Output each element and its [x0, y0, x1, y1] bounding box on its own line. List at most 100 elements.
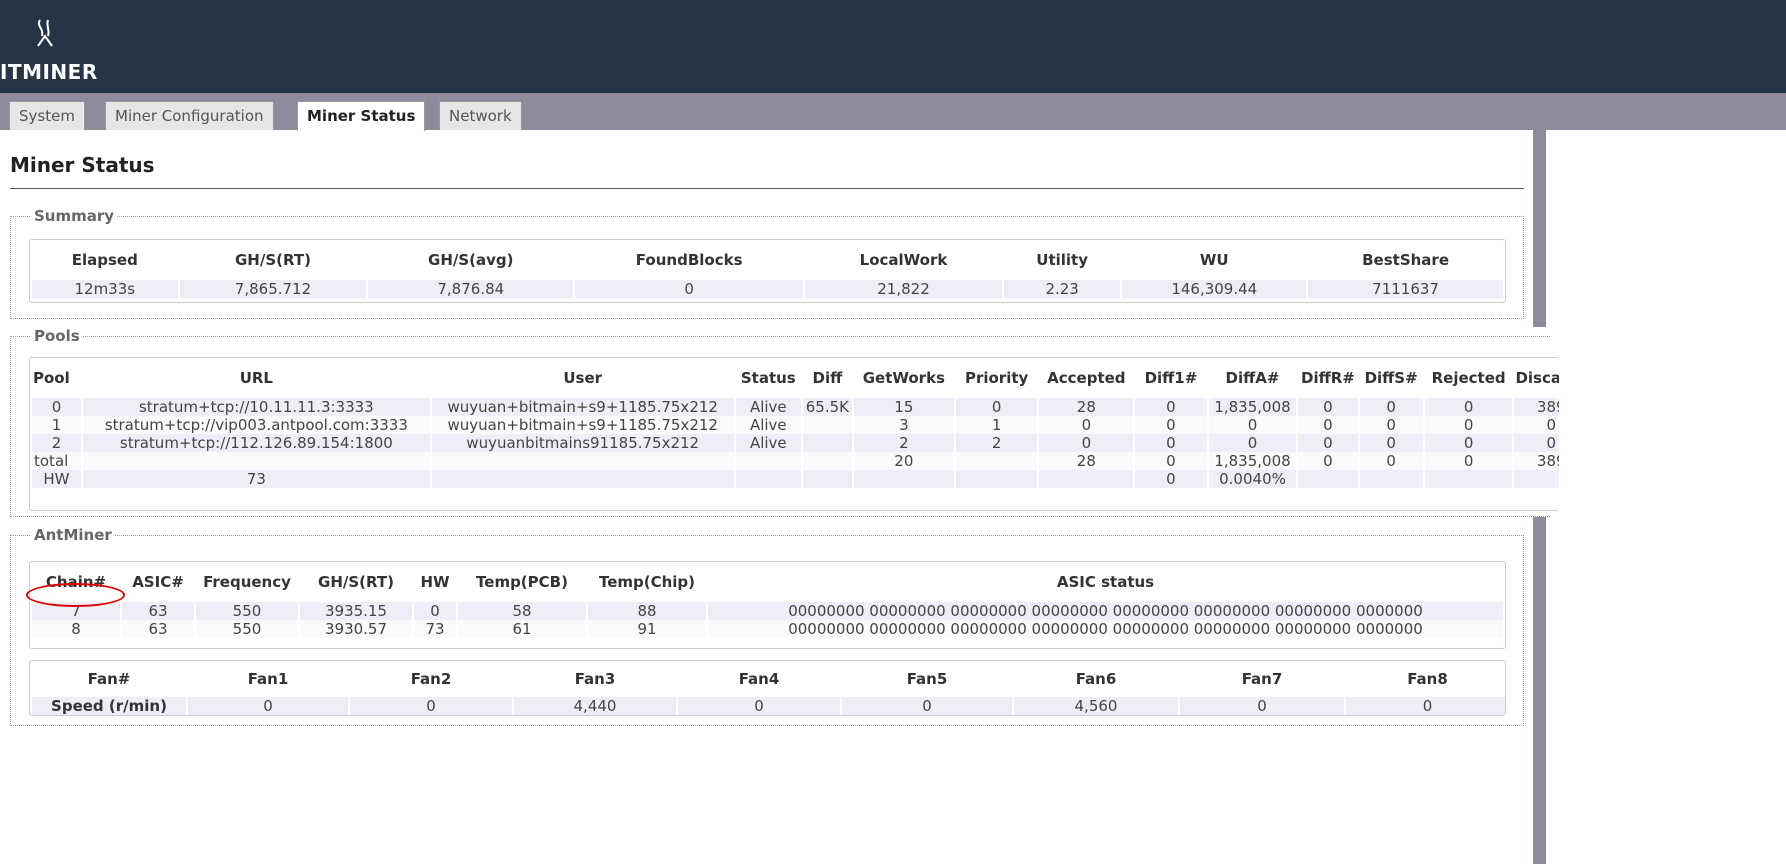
pools-header: GetWorks [862, 369, 945, 387]
chain-cell: 91 [588, 620, 706, 638]
chain-row: 7 63 550 3935.15 0 58 88 00000000 000000… [32, 602, 1503, 620]
pool-cell: 0 [1514, 434, 1559, 452]
pool-cell: 2 [32, 434, 81, 452]
chain-header: ASIC status [1056, 573, 1155, 591]
pool-cell: 0 [1359, 416, 1423, 434]
pool-cell: total [32, 452, 81, 470]
summary-value: 7,876.84 [368, 280, 574, 298]
pool-cell: 0 [1359, 398, 1423, 416]
pool-cell [431, 470, 734, 488]
chain-row: 8 63 550 3930.57 73 61 91 00000000 00000… [32, 620, 1503, 638]
fan-speed-value: 4,440 [514, 697, 676, 715]
summary-value: 146,309.44 [1122, 280, 1307, 298]
pool-cell: 1 [32, 416, 81, 434]
chain-cell: 3935.15 [300, 602, 412, 620]
pool-url: stratum+tcp://10.11.11.3:3333 [82, 398, 430, 416]
asic-status: 00000000 00000000 00000000 00000000 0000… [708, 620, 1503, 638]
pool-row: 1 stratum+tcp://vip003.antpool.com:3333 … [32, 416, 1559, 434]
chain-header: ASIC# [132, 573, 184, 591]
pool-cell: 0 [1298, 452, 1358, 470]
pool-cell: 1 [955, 416, 1038, 434]
summary-header: WU [1199, 251, 1229, 269]
pool-user: wuyuan+bitmain+s9+1185.75x212 [431, 416, 734, 434]
pool-cell: 20 [853, 452, 954, 470]
pool-cell: 0 [1039, 416, 1134, 434]
pool-cell: 2 [955, 434, 1038, 452]
pool-cell [853, 470, 954, 488]
chains-table-container: Chain# ASIC# Frequency GH/S(RT) HW Temp(… [29, 561, 1506, 649]
pools-header: DiffR# [1301, 369, 1355, 387]
pools-header: Diff1# [1144, 369, 1198, 387]
pool-cell [1298, 470, 1358, 488]
fan-header: Fan8 [1407, 670, 1448, 688]
pool-status: Alive [735, 398, 801, 416]
summary-table: Elapsed GH/S(RT) GH/S(avg) FoundBlocks L… [30, 240, 1505, 298]
pools-header: Diff [812, 369, 843, 387]
pool-cell: 0 [1424, 452, 1513, 470]
antminer-legend: AntMiner [34, 526, 112, 544]
pool-cell: 0 [1298, 434, 1358, 452]
pool-cell [802, 416, 852, 434]
pool-cell [431, 452, 734, 470]
pool-cell: 389 [1514, 398, 1559, 416]
pool-cell: 0 [1298, 416, 1358, 434]
summary-table-container: Elapsed GH/S(RT) GH/S(avg) FoundBlocks L… [29, 239, 1506, 303]
pool-cell: 0 [1298, 398, 1358, 416]
summary-value: 7,865.712 [179, 280, 367, 298]
fan-speed-value: 4,560 [1014, 697, 1178, 715]
fan-speed-label: Speed (r/min) [32, 697, 186, 715]
tab-miner-status[interactable]: Miner Status [297, 101, 426, 131]
chain-header: Frequency [203, 573, 291, 591]
fan-header: Fan6 [1075, 670, 1117, 688]
summary-header: Utility [1036, 251, 1089, 269]
pool-cell: 28 [1039, 398, 1134, 416]
summary-value: 2.23 [1003, 280, 1121, 298]
chain-header: HW [420, 573, 450, 591]
chain-header: Temp(Chip) [598, 573, 696, 591]
pool-cell: 0 [955, 398, 1038, 416]
pool-cell [82, 452, 430, 470]
chain-cell: 63 [122, 602, 194, 620]
page-title: Miner Status [10, 153, 155, 177]
pool-cell: 73 [82, 470, 430, 488]
pool-cell [1514, 470, 1559, 488]
summary-header: GH/S(RT) [234, 251, 311, 269]
pool-cell: 0 [1424, 416, 1513, 434]
pools-header: Pool [33, 369, 70, 387]
pool-status: Alive [735, 416, 801, 434]
summary-header: GH/S(avg) [428, 251, 514, 269]
pool-cell: 0 [1208, 434, 1297, 452]
chain-cell: 550 [196, 602, 298, 620]
fan-header: Fan5 [906, 670, 948, 688]
chains-table: Chain# ASIC# Frequency GH/S(RT) HW Temp(… [30, 562, 1505, 638]
tab-network[interactable]: Network [439, 101, 522, 130]
pool-cell: 0 [1039, 434, 1134, 452]
pool-cell [955, 470, 1038, 488]
fan-speed-value: 0 [842, 697, 1012, 715]
pool-cell [802, 452, 852, 470]
pool-cell: 1,835,008 [1208, 452, 1297, 470]
pool-cell [1424, 470, 1513, 488]
pool-hw-row: HW 73 0 0.0040% [32, 470, 1559, 488]
summary-value: 21,822 [805, 280, 1002, 298]
pool-cell: 0 [1359, 452, 1423, 470]
pool-cell: 0 [1359, 434, 1423, 452]
fan-speed-row: Speed (r/min) 0 0 4,440 0 0 4,560 0 0 [32, 697, 1505, 715]
tab-system[interactable]: System [9, 101, 85, 130]
title-divider [10, 188, 1524, 189]
chain-cell: 8 [32, 620, 120, 638]
pool-cell: 15 [853, 398, 954, 416]
fan-speed-value: 0 [1180, 697, 1344, 715]
tab-miner-configuration[interactable]: Miner Configuration [105, 101, 274, 130]
summary-value: 0 [575, 280, 804, 298]
asic-status: 00000000 00000000 00000000 00000000 0000… [708, 602, 1503, 620]
chain-cell: 88 [588, 602, 706, 620]
pool-cell [802, 434, 852, 452]
pool-row: 2 stratum+tcp://112.126.89.154:1800 wuyu… [32, 434, 1559, 452]
pool-user: wuyuan+bitmain+s9+1185.75x212 [431, 398, 734, 416]
pools-table: Pool URL User Status Diff GetWorks Prior… [30, 358, 1559, 488]
logo-text: ITMINER [0, 60, 98, 84]
fan-header: Fan1 [247, 670, 289, 688]
antminer-logo-icon [37, 19, 53, 47]
fans-table-container: Fan# Fan1 Fan2 Fan3 Fan4 Fan5 Fan6 Fan7 … [29, 660, 1506, 716]
